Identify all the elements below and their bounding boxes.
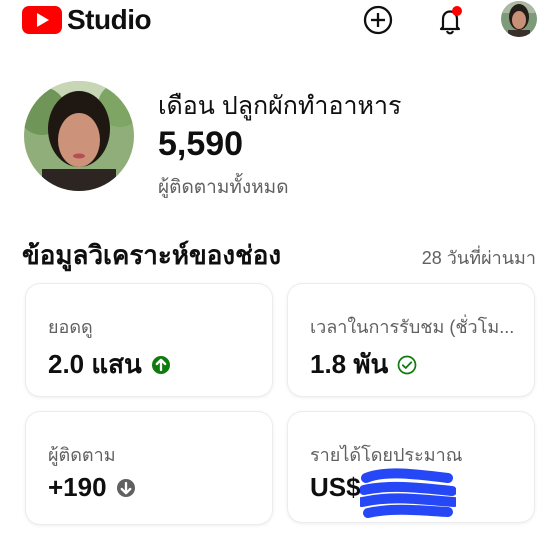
arrow-down-circle-icon	[116, 478, 135, 497]
subscribers-card[interactable]: ผู้ติดตาม +190	[26, 412, 272, 524]
channel-name: เดือน ปลูกผักทำอาหาร	[158, 92, 402, 120]
revenue-label: รายได้โดยประมาณ	[310, 445, 463, 465]
subscriber-label: ผู้ติดตามทั้งหมด	[158, 177, 289, 198]
views-value: 2.0 แสน	[48, 349, 142, 379]
redaction-scribble	[360, 468, 456, 518]
plus-circle-icon[interactable]	[362, 4, 394, 36]
channel-avatar[interactable]	[24, 81, 134, 191]
account-avatar[interactable]	[501, 1, 537, 37]
views-value-row: 2.0 แสน	[48, 344, 171, 385]
watch-time-label: เวลาในการรับชม (ชั่วโม...	[310, 317, 515, 337]
views-label: ยอดดู	[48, 317, 93, 337]
subscriber-count: 5,590	[158, 125, 244, 163]
revenue-value-row: US$	[310, 472, 361, 503]
watch-time-card[interactable]: เวลาในการรับชม (ชั่วโม... 1.8 พัน	[288, 284, 534, 396]
bell-icon[interactable]	[434, 4, 466, 36]
youtube-studio-logo[interactable]: Studio	[22, 4, 152, 36]
top-app-bar: Studio	[0, 0, 560, 40]
app-title: Studio	[67, 4, 152, 35]
watch-time-value-row: 1.8 พัน	[310, 344, 417, 385]
watch-time-value: 1.8 พัน	[310, 349, 389, 379]
analytics-date-range[interactable]: 28 วันที่ผ่านมา	[422, 243, 536, 272]
youtube-play-icon	[22, 6, 62, 34]
subscribers-change-value: +190	[48, 472, 107, 502]
revenue-value: US$	[310, 472, 361, 502]
subscribers-value-row: +190	[48, 472, 136, 503]
analytics-section-title: ข้อมูลวิเคราะห์ของช่อง	[22, 240, 282, 270]
check-circle-icon	[397, 355, 417, 374]
views-card[interactable]: ยอดดู 2.0 แสน	[26, 284, 272, 396]
arrow-up-circle-icon	[151, 355, 170, 374]
notification-badge	[452, 6, 462, 16]
subscribers-card-label: ผู้ติดตาม	[48, 445, 116, 465]
